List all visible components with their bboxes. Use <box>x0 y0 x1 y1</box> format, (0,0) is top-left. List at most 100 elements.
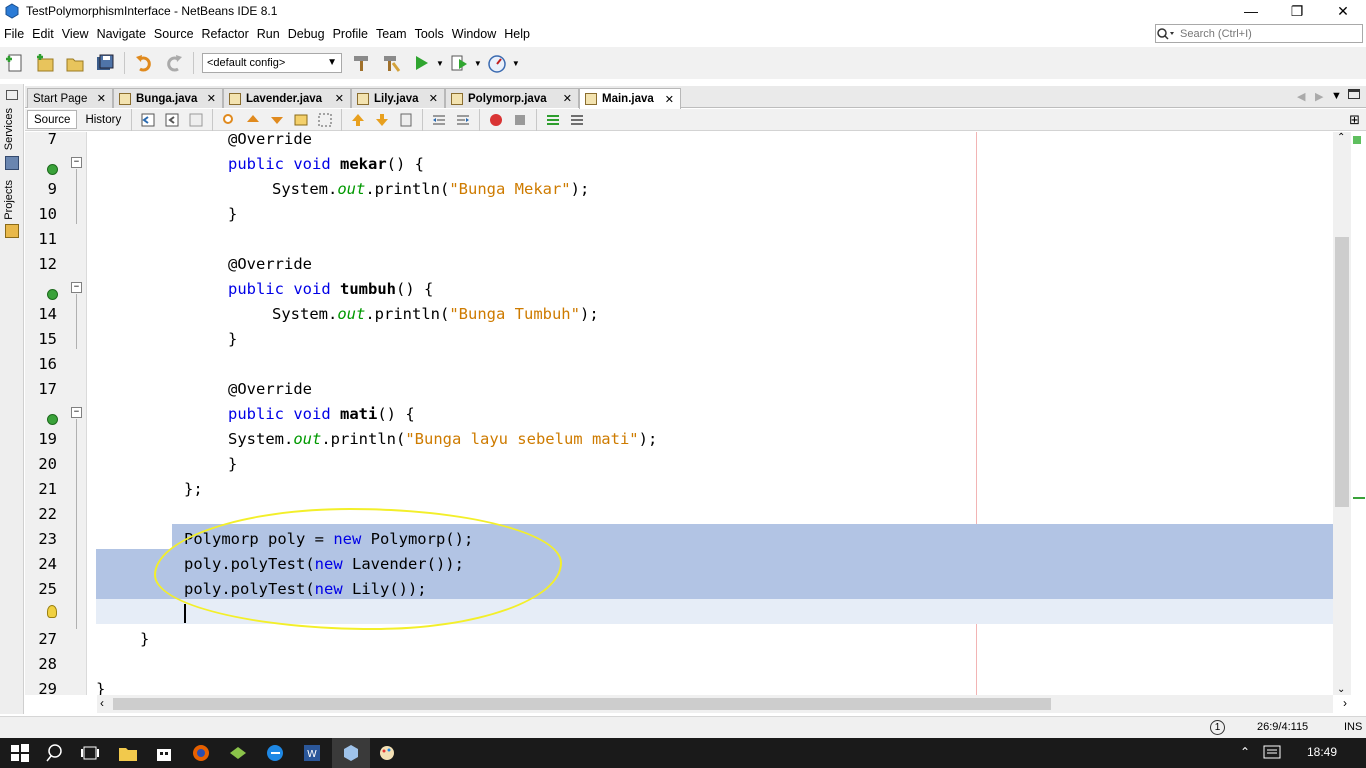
source-view-button[interactable]: Source <box>27 110 78 129</box>
build-button[interactable] <box>349 51 373 75</box>
menu-view[interactable]: View <box>58 27 93 41</box>
paint-icon[interactable] <box>377 743 397 763</box>
split-editor-icon[interactable]: ⊞ <box>1349 112 1360 128</box>
menu-help[interactable]: Help <box>500 27 534 41</box>
menu-navigate[interactable]: Navigate <box>93 27 150 41</box>
tab-polymorp-java[interactable]: Polymorp.java ✕ <box>445 88 579 108</box>
code-line: 19 System.out.println("Bunga layu sebelu… <box>25 427 1333 452</box>
toggle-highlight-icon[interactable] <box>293 112 309 128</box>
windows-start-icon[interactable] <box>10 743 30 763</box>
edge-icon[interactable] <box>265 743 285 763</box>
search-input[interactable]: Search (Ctrl+I) <box>1155 24 1363 43</box>
tab-lily-java[interactable]: Lily.java ✕ <box>351 88 445 108</box>
netbeans-taskbar-icon[interactable] <box>341 743 361 763</box>
scroll-right-icon[interactable]: › <box>1343 696 1347 710</box>
next-bookmark-icon[interactable] <box>374 112 390 128</box>
code-text: @Override <box>228 132 312 148</box>
close-icon[interactable]: ✕ <box>207 92 216 105</box>
menu-edit[interactable]: Edit <box>28 27 58 41</box>
menu-tools[interactable]: Tools <box>411 27 448 41</box>
stop-macro-icon[interactable] <box>512 112 528 128</box>
tab-start-page[interactable]: Start Page ✕ <box>27 88 113 108</box>
netbeans-icon <box>5 3 19 19</box>
menu-team[interactable]: Team <box>372 27 411 41</box>
app-icon[interactable] <box>228 743 248 763</box>
menu-window[interactable]: Window <box>448 27 500 41</box>
close-icon[interactable]: ✕ <box>429 92 438 105</box>
run-dropdown-icon[interactable]: ▼ <box>436 59 444 68</box>
title-bar: TestPolymorphismInterface - NetBeans IDE… <box>0 0 1366 22</box>
search-icon[interactable] <box>46 743 66 763</box>
horizontal-scrollbar[interactable]: ‹ › <box>97 695 1347 713</box>
vertical-scrollbar[interactable]: ⌃ ⌄ <box>1333 132 1351 695</box>
find-previous-icon[interactable] <box>245 112 261 128</box>
scroll-down-icon[interactable]: ⌄ <box>1337 684 1345 695</box>
menu-debug[interactable]: Debug <box>284 27 329 41</box>
menu-profile[interactable]: Profile <box>329 27 372 41</box>
minimize-button[interactable]: — <box>1228 0 1274 22</box>
tab-main-java[interactable]: Main.java ✕ <box>579 88 681 109</box>
code-text: } <box>228 455 238 473</box>
config-select[interactable]: <default config> ▼ <box>202 53 342 73</box>
new-project-button[interactable] <box>33 51 57 75</box>
scroll-up-icon[interactable]: ⌃ <box>1337 132 1345 143</box>
close-window-button[interactable]: ✕ <box>1320 0 1366 22</box>
start-macro-icon[interactable] <box>488 112 504 128</box>
tab-list-icon[interactable]: ▼ <box>1331 90 1342 102</box>
shift-left-icon[interactable] <box>431 112 447 128</box>
previous-bookmark-icon[interactable] <box>350 112 366 128</box>
toggle-rect-select-icon[interactable] <box>317 112 333 128</box>
close-icon[interactable]: ✕ <box>665 93 674 106</box>
chevron-up-icon[interactable]: ⌃ <box>1240 745 1250 759</box>
undo-button[interactable] <box>132 51 156 75</box>
redo-button[interactable] <box>162 51 186 75</box>
scroll-left-icon[interactable]: ‹ <box>100 696 104 710</box>
shift-right-icon[interactable] <box>455 112 471 128</box>
horizontal-scroll-thumb[interactable] <box>113 698 1051 710</box>
notifications-badge[interactable]: 1 <box>1210 720 1225 735</box>
toggle-bookmark-icon[interactable] <box>398 112 414 128</box>
close-icon[interactable]: ✕ <box>97 92 106 105</box>
scroll-tabs-right-icon[interactable]: ▶ <box>1315 90 1323 103</box>
menu-file[interactable]: File <box>0 27 28 41</box>
close-icon[interactable]: ✕ <box>563 92 572 105</box>
debug-button[interactable] <box>447 51 471 75</box>
maximize-button[interactable]: ❐ <box>1274 0 1320 22</box>
action-center-icon[interactable] <box>1262 743 1282 763</box>
profile-button[interactable] <box>485 51 509 75</box>
new-file-button[interactable] <box>3 51 27 75</box>
find-selection-icon[interactable] <box>221 112 237 128</box>
close-icon[interactable]: ✕ <box>335 92 344 105</box>
menu-run[interactable]: Run <box>253 27 284 41</box>
services-tab[interactable]: Services <box>3 108 15 150</box>
projects-tab[interactable]: Projects <box>3 180 15 220</box>
store-icon[interactable] <box>154 743 174 763</box>
back-icon[interactable] <box>164 112 180 128</box>
run-button[interactable] <box>409 51 433 75</box>
file-explorer-icon[interactable] <box>118 743 138 763</box>
firefox-icon[interactable] <box>191 743 211 763</box>
forward-icon[interactable] <box>188 112 204 128</box>
uncomment-icon[interactable] <box>569 112 585 128</box>
profile-dropdown-icon[interactable]: ▼ <box>512 59 520 68</box>
comment-icon[interactable] <box>545 112 561 128</box>
task-view-icon[interactable] <box>80 743 100 763</box>
word-icon[interactable]: W <box>302 743 322 763</box>
debug-dropdown-icon[interactable]: ▼ <box>474 59 482 68</box>
clean-build-button[interactable] <box>379 51 403 75</box>
save-all-button[interactable] <box>93 51 117 75</box>
code-line: 28 <box>25 652 1333 677</box>
last-edit-icon[interactable] <box>140 112 156 128</box>
maximize-editor-icon[interactable] <box>1348 89 1360 99</box>
menu-source[interactable]: Source <box>150 27 198 41</box>
open-project-button[interactable] <box>63 51 87 75</box>
find-next-icon[interactable] <box>269 112 285 128</box>
history-view-button[interactable]: History <box>79 110 127 129</box>
restore-icon[interactable] <box>6 90 18 100</box>
tab-lavender-java[interactable]: Lavender.java ✕ <box>223 88 351 108</box>
menu-refactor[interactable]: Refactor <box>198 27 253 41</box>
vertical-scroll-thumb[interactable] <box>1335 237 1349 507</box>
scroll-tabs-left-icon[interactable]: ◀ <box>1297 90 1305 103</box>
tab-bunga-java[interactable]: Bunga.java ✕ <box>113 88 223 108</box>
editor-area: Start Page ✕ Bunga.java ✕ Lavender.java ✕ L… <box>25 84 1366 714</box>
